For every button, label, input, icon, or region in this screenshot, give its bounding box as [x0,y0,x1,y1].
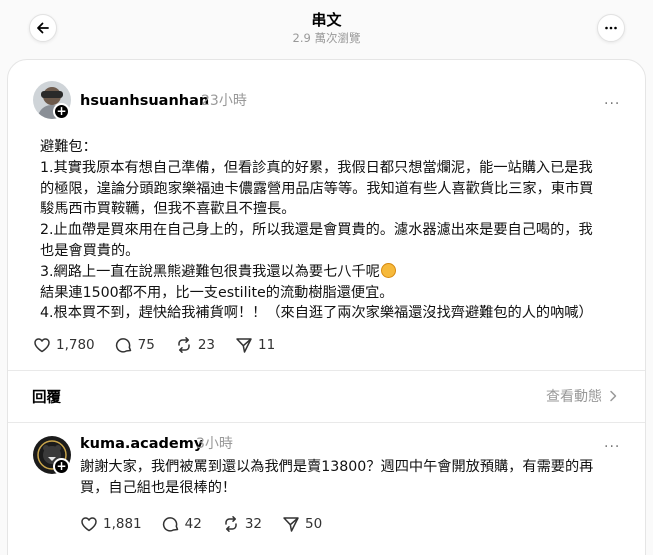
reply-line: 買，自己組也是很棒的！ [80,480,237,496]
repost-count: 23 [197,337,216,353]
share-count: 11 [258,337,276,353]
post-line: 結果連1500都不用，比一支estilite的流動樹脂還便宜。 [40,284,394,301]
follow-plus-icon[interactable]: + [53,103,70,120]
heart-icon [81,517,97,532]
reply-timestamp[interactable]: 3小時 [196,434,233,454]
thread-card: + hsuanhsuanhan 23小時 ··· 避難包： 1.其實我原本有想自己… [7,59,646,555]
reply-line: 謝謝大家，我們被罵到還以為我們是賣13800？週四中午會開放預購，有需要的再 [80,459,594,475]
more-horizontal-icon [605,26,617,30]
comment-icon [115,338,131,353]
repost-icon [225,516,237,532]
send-icon [236,338,252,353]
post-line: 4.根本買不到，趕快給我補貨啊！！（來自逛了兩次家樂福還沒找齊避難包的人的吶喊） [40,305,593,322]
view-count: 2.9 萬次瀏覽 [292,31,361,45]
reply-username[interactable]: kuma.academy [80,434,203,454]
repost-icon [178,337,190,353]
share-button[interactable]: 50 [282,515,322,533]
reply-actions: 1,881 42 32 50 [80,515,342,533]
post-line-with-emoji: 3.網路上一直在說黑熊避難包很貴我還以為要七八千呢 [40,262,630,283]
comment-icon [162,517,178,532]
reply-more-icon[interactable]: ··· [604,440,620,454]
like-count: 1,780 [56,337,95,353]
reply-body: 謝謝大家，我們被罵到還以為我們是賣13800？週四中午會開放預購，有需要的再 買，… [80,457,635,499]
post-line: 的極限，遑論分頭跑家樂福迪卡儂露營用品店等等。我知道有些人喜歡貨比三家，東市買 [40,180,594,197]
replies-heading: 回覆 [32,390,61,406]
thinking-face-emoji-icon [380,262,396,278]
comment-button[interactable]: 42 [162,515,202,533]
post-line: 避難包： [40,139,97,155]
chevron-right-icon [610,390,617,402]
share-count: 50 [305,516,323,532]
comment-button[interactable]: 75 [115,336,155,354]
view-activity-label: 查看動態 [546,389,602,405]
like-button[interactable]: 1,780 [33,336,95,354]
more-options-button[interactable] [597,14,625,42]
comment-count: 75 [137,337,155,353]
post-actions: 1,780 75 23 11 [33,336,295,354]
post-more-icon[interactable]: ··· [604,97,620,111]
post-line: 也是會買貴的。 [40,242,140,259]
comment-count: 42 [184,516,202,532]
follow-plus-icon[interactable]: + [53,458,70,475]
view-activity-link[interactable]: 查看動態 [546,386,620,406]
post-line: 2.止血帶是買來用在自己身上的，所以我還是會買貴的。濾水器濾出來是要自己喝的，我 [40,222,593,239]
like-button[interactable]: 1,881 [80,515,142,533]
title-block: 串文 2.9 萬次瀏覽 [0,10,653,46]
heart-icon [34,338,50,353]
post-body: 避難包： 1.其實我原本有想自己準備，但看診真的好累，我假日都只想當爛泥，能一站購… [40,137,630,324]
repost-button[interactable]: 23 [175,336,215,354]
repost-count: 32 [244,516,263,532]
top-bar: 串文 2.9 萬次瀏覽 [0,0,653,58]
post-line: 3.網路上一直在說黑熊避難包很貴我還以為要七八千呢 [40,263,380,280]
share-button[interactable]: 11 [235,336,275,354]
post-username[interactable]: hsuanhsuanhan [80,91,209,111]
post-timestamp[interactable]: 23小時 [201,91,247,111]
like-count: 1,881 [103,516,142,532]
divider [8,370,645,371]
send-icon [283,517,299,532]
repost-button[interactable]: 32 [222,515,262,533]
page-title: 串文 [311,11,342,29]
post-line: 1.其實我原本有想自己準備，但看診真的好累，我假日都只想當爛泥，能一站購入已是我 [40,159,593,176]
divider [8,422,645,423]
post-line: 駿馬西市買鞍韉，但我不喜歡且不擅長。 [40,201,296,218]
